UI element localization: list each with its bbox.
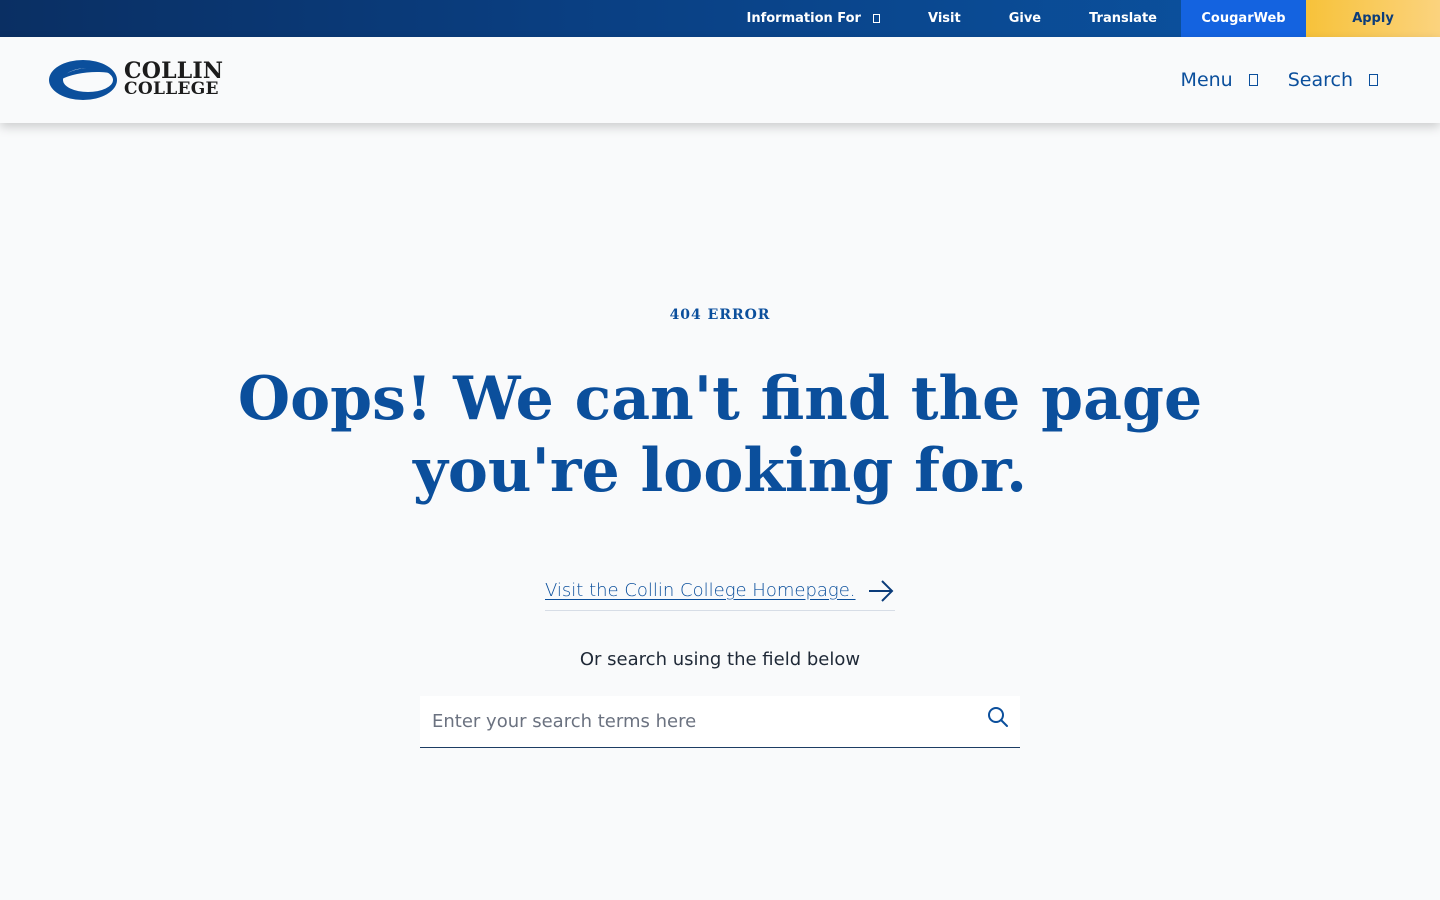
search-toggle-button[interactable]: Search bbox=[1288, 69, 1378, 91]
give-link[interactable]: Give bbox=[985, 0, 1065, 37]
main-content: 404 ERROR Oops! We can't find the page y… bbox=[0, 123, 1440, 900]
search-input[interactable] bbox=[420, 696, 976, 747]
search-toggle-icon bbox=[1369, 74, 1378, 86]
collin-college-logo[interactable]: COLLIN COLLEGE bbox=[48, 58, 223, 102]
search-submit-button[interactable] bbox=[976, 695, 1020, 739]
logo-wordmark: COLLIN COLLEGE bbox=[124, 61, 223, 100]
apply-link[interactable]: Apply bbox=[1306, 0, 1440, 37]
search-instructions: Or search using the field below bbox=[579, 649, 861, 670]
menu-label: Menu bbox=[1180, 69, 1233, 91]
utility-bar: Information For Visit Give Translate Cou… bbox=[0, 0, 1440, 37]
menu-button[interactable]: Menu bbox=[1181, 69, 1258, 91]
visit-link[interactable]: Visit bbox=[904, 0, 985, 37]
logo-line-2: COLLEGE bbox=[124, 79, 219, 100]
homepage-link-text: Visit the Collin College Homepage. bbox=[545, 580, 856, 601]
menu-chevron-icon bbox=[1248, 74, 1258, 86]
header-nav: Menu Search bbox=[1151, 69, 1392, 91]
translate-link[interactable]: Translate bbox=[1065, 0, 1181, 37]
page-title: Oops! We can't find the page you're look… bbox=[237, 364, 1203, 506]
collin-college-logo-swoosh bbox=[49, 60, 117, 100]
cougarweb-link[interactable]: CougarWeb bbox=[1181, 0, 1306, 37]
chevron-down-icon bbox=[872, 14, 880, 23]
homepage-link[interactable]: Visit the Collin College Homepage. bbox=[545, 571, 895, 611]
information-for-link[interactable]: Information For bbox=[722, 0, 904, 37]
search-icon bbox=[988, 706, 1008, 727]
error-eyebrow: 404 ERROR bbox=[669, 307, 771, 323]
search-toggle-label: Search bbox=[1287, 69, 1353, 91]
arrow-right-icon bbox=[869, 579, 894, 602]
site-header: COLLIN COLLEGE Menu Search bbox=[0, 37, 1440, 123]
search-form bbox=[420, 696, 1020, 748]
information-for-label: Information For bbox=[746, 11, 861, 26]
